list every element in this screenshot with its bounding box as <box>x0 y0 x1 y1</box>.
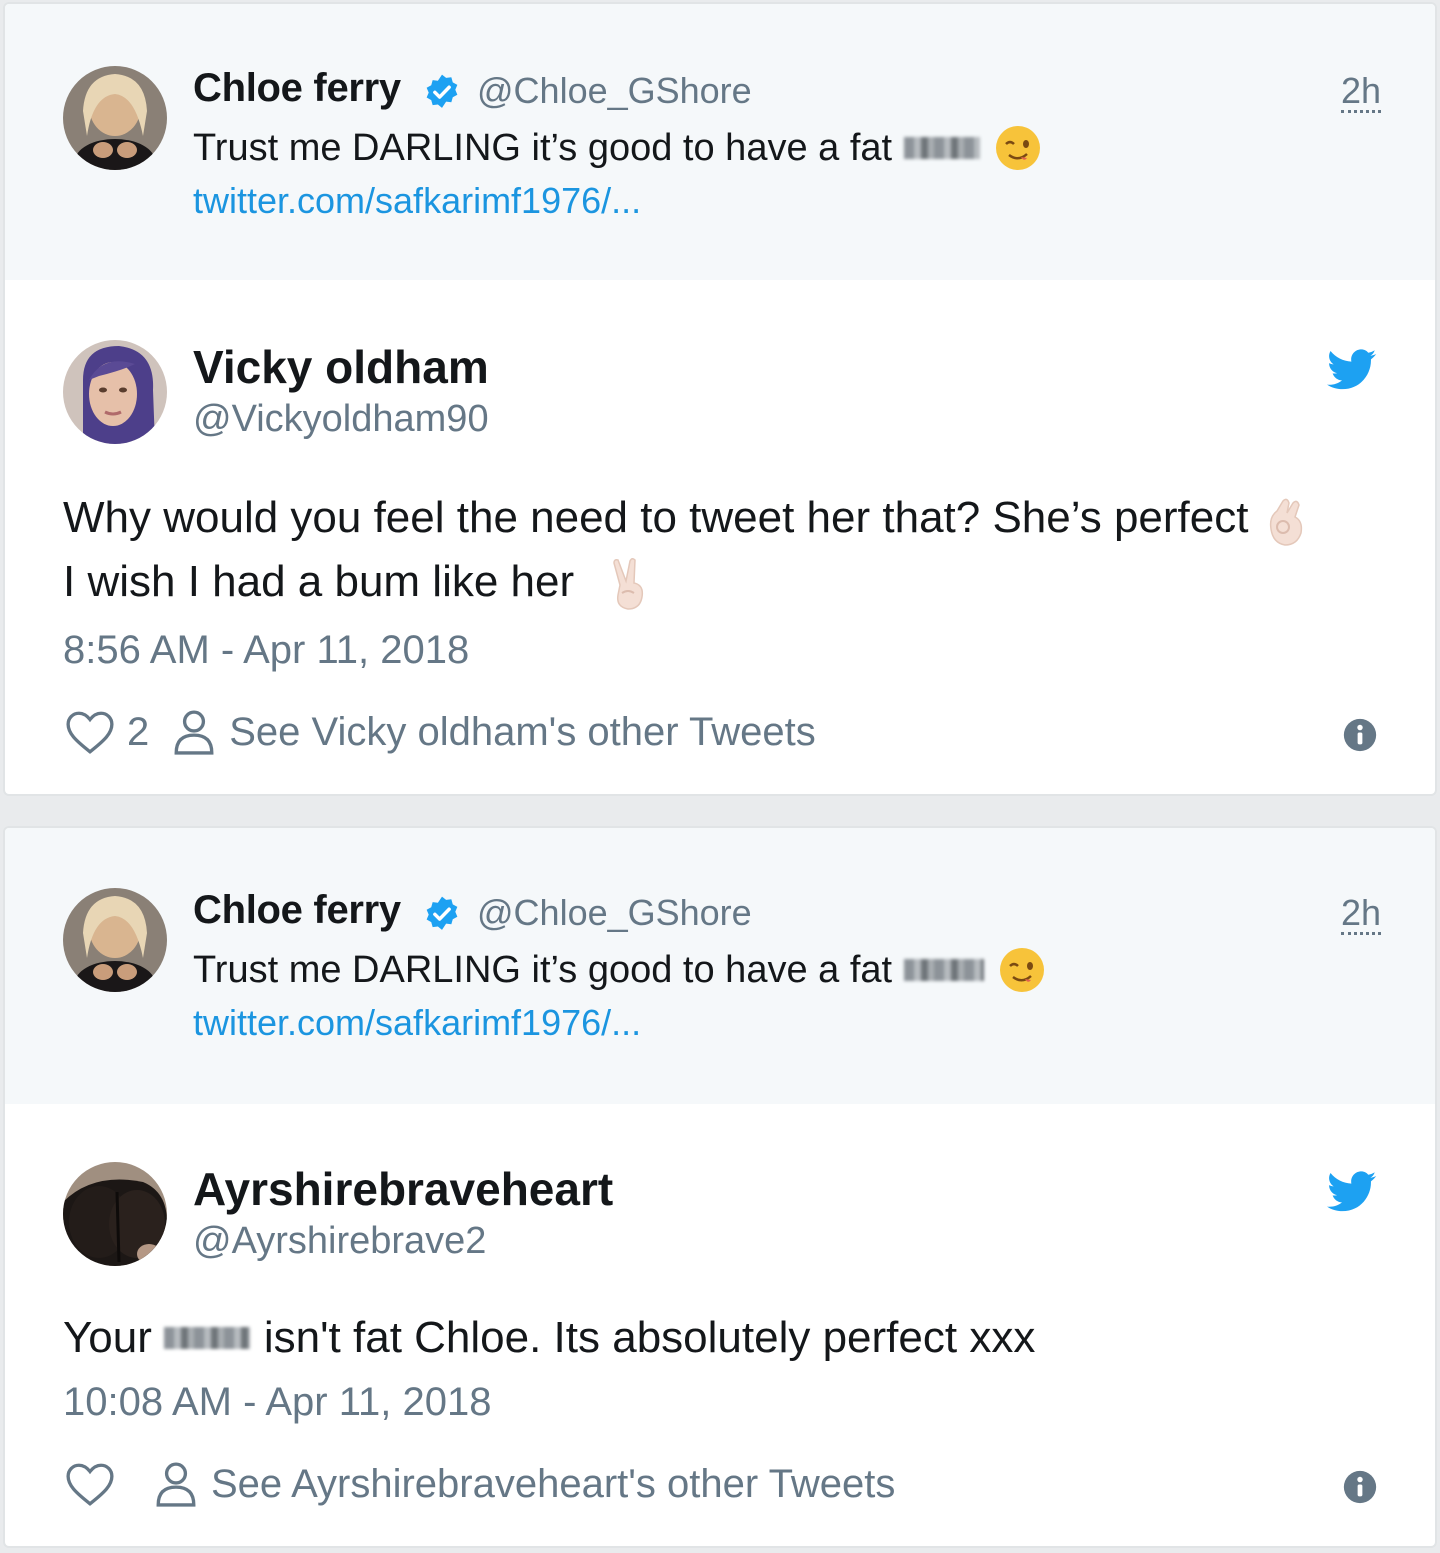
tweet-text: Your isn't fat Chloe. Its absolutely per… <box>63 1306 1035 1370</box>
author-handle[interactable]: @Vickyoldham90 <box>193 398 489 441</box>
person-icon <box>174 710 214 755</box>
see-other-tweets-link[interactable]: See Vicky oldham's other Tweets <box>229 710 815 755</box>
wink-emoji-icon <box>1000 948 1045 992</box>
like-count[interactable]: 2 <box>127 710 149 755</box>
author-handle[interactable]: @Ayrshirebrave2 <box>193 1220 486 1263</box>
twitter-bird-icon[interactable] <box>1327 348 1377 392</box>
ok-hand-emoji-icon <box>1269 499 1302 547</box>
tweet-text-after: isn't fat Chloe. Its absolutely perfect … <box>263 1313 1036 1362</box>
tweet-text-before: Your <box>63 1313 152 1362</box>
heart-icon[interactable] <box>65 1461 115 1507</box>
victory-hand-emoji-icon <box>613 558 644 611</box>
twitter-bird-icon[interactable] <box>1327 1170 1377 1214</box>
tweet-text-line1: Why would you feel the need to tweet her… <box>63 493 1249 542</box>
quoted-tweet-text: Trust me DARLING it’s good to have a fat <box>193 124 1042 172</box>
see-other-tweets-link[interactable]: See Ayrshirebraveheart's other Tweets <box>211 1462 895 1507</box>
quoted-tweet-link[interactable]: twitter.com/safkarimf1976/... <box>193 1002 641 1044</box>
author-name[interactable]: Ayrshirebraveheart <box>193 1162 613 1216</box>
quoted-tweet-link[interactable]: twitter.com/safkarimf1976/... <box>193 180 641 222</box>
wink-emoji-icon <box>996 126 1041 170</box>
quoted-tweet[interactable]: Chloe ferry @Chloe_GShore 2h Trust me DA… <box>5 4 1435 280</box>
censored-word <box>904 959 985 981</box>
quoted-tweet-text-content: Trust me DARLING it’s good to have a fat <box>193 126 893 169</box>
person-icon <box>156 1462 196 1507</box>
tweet-embed-card: Chloe ferry @Chloe_GShore 2h Trust me DA… <box>3 826 1437 1548</box>
quoted-author-handle[interactable]: @Chloe_GShore <box>477 892 752 934</box>
tweet-embed-card: Chloe ferry @Chloe_GShore 2h Trust me DA… <box>3 2 1437 796</box>
quoted-author-avatar[interactable] <box>63 66 167 170</box>
quoted-tweet[interactable]: Chloe ferry @Chloe_GShore 2h Trust me DA… <box>5 828 1435 1104</box>
info-icon[interactable] <box>1343 1470 1377 1504</box>
quoted-author-name[interactable]: Chloe ferry <box>193 888 401 933</box>
quoted-tweet-text: Trust me DARLING it’s good to have a fat <box>193 946 1046 994</box>
tweet-text: Why would you feel the need to tweet her… <box>63 486 1311 614</box>
author-avatar[interactable] <box>63 340 167 444</box>
verified-badge-icon <box>426 896 458 930</box>
tweet-actions: See Ayrshirebraveheart's other Tweets <box>65 1458 895 1510</box>
quoted-tweet-time[interactable]: 2h <box>1340 72 1381 113</box>
quoted-author-avatar[interactable] <box>63 888 167 992</box>
censored-word <box>163 1327 250 1349</box>
quoted-tweet-text-content: Trust me DARLING it’s good to have a fat <box>193 948 893 991</box>
info-icon[interactable] <box>1343 718 1377 752</box>
censored-word <box>904 137 981 159</box>
author-avatar[interactable] <box>63 1162 167 1266</box>
author-name[interactable]: Vicky oldham <box>193 340 489 394</box>
quoted-tweet-time[interactable]: 2h <box>1340 894 1381 935</box>
verified-badge-icon <box>426 74 458 108</box>
quoted-author-handle[interactable]: @Chloe_GShore <box>477 70 752 112</box>
tweet-text-line2: I wish I had a bum like her <box>63 557 575 606</box>
quoted-author-name[interactable]: Chloe ferry <box>193 66 401 111</box>
tweet-timestamp[interactable]: 8:56 AM - Apr 11, 2018 <box>63 628 469 673</box>
tweet-actions: 2 See Vicky oldham's other Tweets <box>65 706 816 758</box>
tweet-timestamp[interactable]: 10:08 AM - Apr 11, 2018 <box>63 1380 491 1425</box>
heart-icon[interactable] <box>65 709 115 755</box>
